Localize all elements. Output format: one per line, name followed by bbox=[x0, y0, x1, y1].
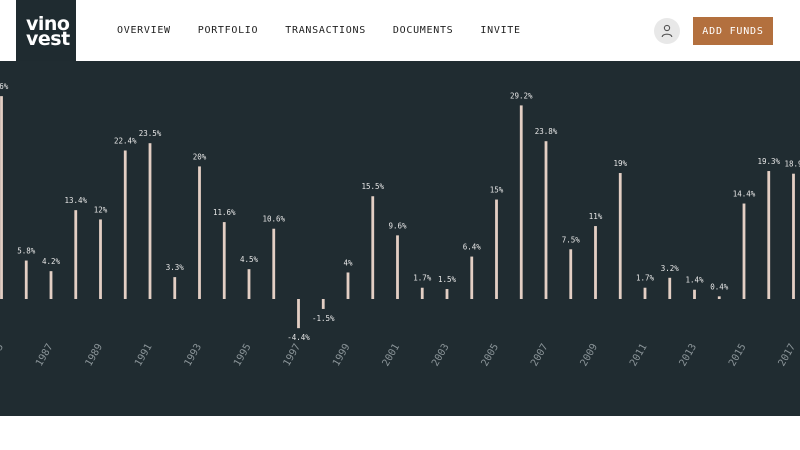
nav-documents[interactable]: DOCUMENTS bbox=[393, 24, 454, 38]
nav-overview[interactable]: OVERVIEW bbox=[117, 24, 171, 38]
value-label-1992: 3.3% bbox=[166, 263, 185, 272]
value-label-1988: 13.4% bbox=[64, 196, 87, 205]
value-label-1987: 4.2% bbox=[42, 257, 61, 266]
bar-1990[interactable] bbox=[123, 150, 127, 299]
x-tick-label-2005: 2005 bbox=[480, 342, 502, 368]
bar-1997[interactable] bbox=[297, 299, 300, 329]
add-funds-button[interactable]: ADD FUNDS bbox=[693, 17, 773, 45]
bar-1996[interactable] bbox=[272, 228, 276, 299]
bar-2013[interactable] bbox=[693, 289, 696, 299]
x-tick-label-1995: 1995 bbox=[232, 342, 254, 368]
value-label-2010: 19% bbox=[613, 159, 627, 168]
x-tick-label-2017: 2017 bbox=[777, 342, 799, 368]
annual-returns-chart: .6% 5.8% 4.2% 13.4% 12% 22.4%23.5% 3.3% 20% 11.6… bbox=[0, 82, 800, 368]
bar-2015[interactable] bbox=[742, 203, 746, 299]
bar-1987[interactable] bbox=[49, 271, 53, 299]
value-label-1986: 5.8% bbox=[17, 247, 36, 256]
bar-1989[interactable] bbox=[99, 219, 102, 299]
bar-1995[interactable] bbox=[247, 269, 251, 299]
bar-2002[interactable] bbox=[420, 287, 424, 299]
value-label-2004: 6.4% bbox=[463, 243, 482, 252]
bar-2003[interactable] bbox=[445, 289, 449, 299]
x-tick-label-2007: 2007 bbox=[529, 342, 551, 368]
value-label-1997: -4.4% bbox=[287, 333, 310, 342]
top-header: vino vest OVERVIEW PORTFOLIO TRANSACTION… bbox=[0, 0, 800, 61]
user-icon bbox=[661, 24, 673, 38]
x-tick-label-1989: 1989 bbox=[84, 342, 106, 368]
returns-chart-panel: .6% 5.8% 4.2% 13.4% 12% 22.4%23.5% 3.3% 20% 11.6… bbox=[0, 61, 800, 416]
value-label-2000: 15.5% bbox=[361, 182, 384, 191]
value-label-2001: 9.6% bbox=[388, 221, 407, 230]
value-label-1993: 20% bbox=[193, 152, 207, 161]
bar-2001[interactable] bbox=[396, 235, 399, 299]
bar-2010[interactable] bbox=[618, 173, 622, 299]
value-label-1990: 22.4% bbox=[114, 136, 137, 145]
value-label-2008: 7.5% bbox=[562, 235, 581, 244]
value-label-2013: 1.4% bbox=[685, 276, 704, 285]
bar-2006[interactable] bbox=[519, 105, 523, 300]
bar-2009[interactable] bbox=[594, 226, 597, 299]
x-tick-label-1999: 1999 bbox=[331, 342, 353, 368]
value-label-2006: 29.2% bbox=[510, 91, 533, 100]
bar-2011[interactable] bbox=[643, 287, 647, 299]
bar-2014[interactable] bbox=[717, 296, 721, 299]
value-label-1999: 4% bbox=[343, 258, 353, 267]
value-label-2007: 23.8% bbox=[535, 127, 558, 136]
bar-2000[interactable] bbox=[371, 196, 375, 299]
page-footer-area bbox=[0, 416, 800, 450]
value-label-2015: 14.4% bbox=[733, 190, 756, 199]
x-tick-label-1993: 1993 bbox=[183, 342, 205, 368]
bar-2017[interactable] bbox=[792, 173, 795, 299]
bar-2007[interactable] bbox=[544, 141, 548, 299]
vinovest-logo[interactable]: vino vest bbox=[16, 0, 76, 61]
main-nav: OVERVIEW PORTFOLIO TRANSACTIONS DOCUMENT… bbox=[117, 24, 548, 38]
x-tick-label-2011: 2011 bbox=[628, 342, 650, 368]
bar-2012[interactable] bbox=[668, 277, 672, 299]
x-tick-label-2009: 2009 bbox=[579, 342, 601, 368]
x-tick-label-2015: 2015 bbox=[727, 342, 749, 368]
value-label-2016: 19.3% bbox=[757, 157, 780, 166]
bar-1988[interactable] bbox=[74, 210, 78, 299]
value-label-2005: 15% bbox=[490, 186, 504, 195]
x-tick-label-1985: 1985 bbox=[0, 342, 6, 368]
x-tick-label-1991: 1991 bbox=[133, 342, 155, 368]
bar-1992[interactable] bbox=[173, 277, 177, 299]
value-label-1998: -1.5% bbox=[312, 314, 335, 323]
value-label-1995: 4.5% bbox=[240, 255, 259, 264]
nav-portfolio[interactable]: PORTFOLIO bbox=[198, 24, 259, 38]
value-label-2014: 0.4% bbox=[710, 282, 729, 291]
x-tick-label-2013: 2013 bbox=[678, 342, 700, 368]
nav-invite[interactable]: INVITE bbox=[480, 24, 520, 38]
bar-1985[interactable] bbox=[0, 96, 3, 299]
bar-1991[interactable] bbox=[148, 143, 152, 299]
x-tick-label-2003: 2003 bbox=[430, 342, 452, 368]
bar-2008[interactable] bbox=[569, 249, 573, 299]
bar-1998[interactable] bbox=[321, 299, 325, 309]
nav-transactions[interactable]: TRANSACTIONS bbox=[285, 24, 366, 38]
value-label-2003: 1.5% bbox=[438, 275, 457, 284]
x-tick-label-1987: 1987 bbox=[34, 342, 56, 368]
bar-2004[interactable] bbox=[470, 256, 474, 299]
value-label-2009: 11% bbox=[589, 212, 603, 221]
bar-2016[interactable] bbox=[767, 171, 771, 299]
value-label-2017: 18.9 bbox=[784, 160, 800, 169]
bar-1999[interactable] bbox=[346, 272, 350, 299]
bar-1986[interactable] bbox=[24, 260, 28, 299]
logo-text-line2: vest bbox=[26, 28, 70, 50]
bar-1993[interactable] bbox=[198, 166, 201, 299]
value-label-2002: 1.7% bbox=[413, 274, 432, 283]
value-label-1994: 11.6% bbox=[213, 208, 236, 217]
bar-2005[interactable] bbox=[495, 199, 498, 299]
bar-1994[interactable] bbox=[222, 222, 226, 299]
x-tick-label-1997: 1997 bbox=[282, 342, 304, 368]
value-label-1985: .6% bbox=[0, 82, 9, 91]
value-label-1991: 23.5% bbox=[139, 129, 162, 138]
value-label-1996: 10.6% bbox=[262, 215, 285, 224]
user-menu-button[interactable] bbox=[654, 18, 680, 44]
x-tick-label-2001: 2001 bbox=[381, 342, 403, 368]
value-label-1989: 12% bbox=[94, 205, 108, 214]
value-label-2012: 3.2% bbox=[661, 264, 680, 273]
value-label-2011: 1.7% bbox=[636, 274, 655, 283]
